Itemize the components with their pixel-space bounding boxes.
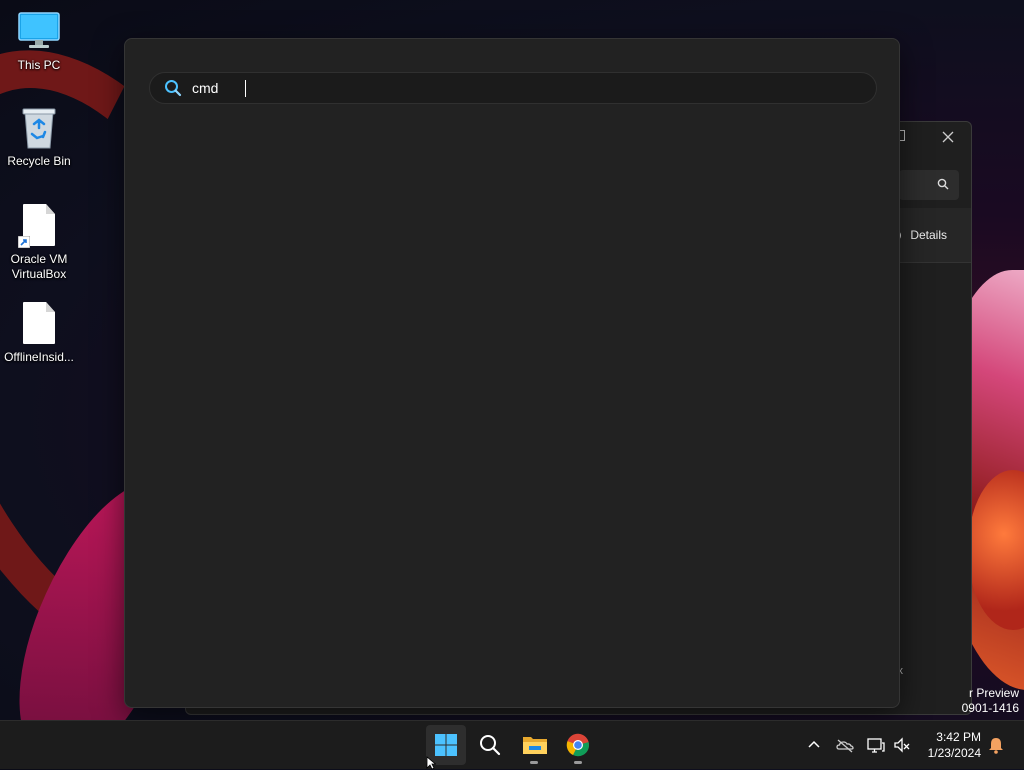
text-caret: [245, 80, 246, 97]
onedrive-offline-icon[interactable]: [835, 735, 855, 755]
folder-icon: [523, 737, 547, 754]
taskbar-file-explorer[interactable]: [514, 725, 554, 765]
running-indicator: [574, 761, 582, 764]
taskbar-search-button[interactable]: [470, 725, 510, 765]
search-flyout: [124, 38, 900, 708]
monitor-icon: [17, 10, 61, 54]
running-indicator: [530, 761, 538, 764]
taskbar-clock[interactable]: 3:42 PM 1/23/2024: [928, 729, 981, 761]
shortcut-file-icon: [17, 204, 61, 248]
desktop-icon-this-pc[interactable]: This PC: [0, 10, 78, 73]
search-box[interactable]: [149, 72, 877, 104]
clock-time: 3:42 PM: [936, 730, 981, 744]
close-button[interactable]: [941, 124, 955, 150]
search-icon: [165, 80, 182, 97]
desktop-icon-offlineinsider[interactable]: OfflineInsid...: [0, 302, 78, 365]
close-icon: [942, 131, 954, 143]
search-icon: [937, 178, 949, 190]
desktop-icon-label: Recycle Bin: [7, 154, 71, 168]
details-button[interactable]: Details: [910, 228, 947, 242]
desktop-icon-label: Oracle VM VirtualBox: [10, 252, 68, 281]
volume-muted-icon[interactable]: [892, 735, 912, 755]
search-input[interactable]: [192, 73, 852, 103]
watermark-line-2: 0901-1416: [961, 701, 1019, 715]
network-icon[interactable]: [866, 735, 886, 755]
chrome-icon: [566, 733, 589, 757]
desktop-icon-virtualbox[interactable]: Oracle VM VirtualBox: [0, 204, 78, 282]
file-icon: [17, 302, 61, 346]
recycle-bin-icon: [17, 106, 61, 150]
desktop-icon-label: This PC: [17, 58, 61, 72]
taskbar-chrome[interactable]: [558, 725, 598, 765]
search-icon: [480, 735, 501, 756]
build-watermark: r Preview 0901-1416: [962, 686, 1019, 716]
system-tray: 3:42 PM 1/23/2024: [800, 721, 1024, 769]
desktop-icon-recycle-bin[interactable]: Recycle Bin: [0, 106, 78, 169]
explorer-search-box[interactable]: [899, 170, 959, 200]
clock-date: 1/23/2024: [927, 746, 981, 760]
taskbar: 3:42 PM 1/23/2024: [0, 720, 1024, 769]
notification-bell-icon[interactable]: [986, 735, 1006, 755]
chevron-up-icon[interactable]: [804, 735, 824, 755]
desktop-icon-label: OfflineInsid...: [4, 350, 74, 364]
windows-logo-icon: [435, 734, 457, 756]
watermark-line-1: r Preview: [968, 686, 1019, 700]
